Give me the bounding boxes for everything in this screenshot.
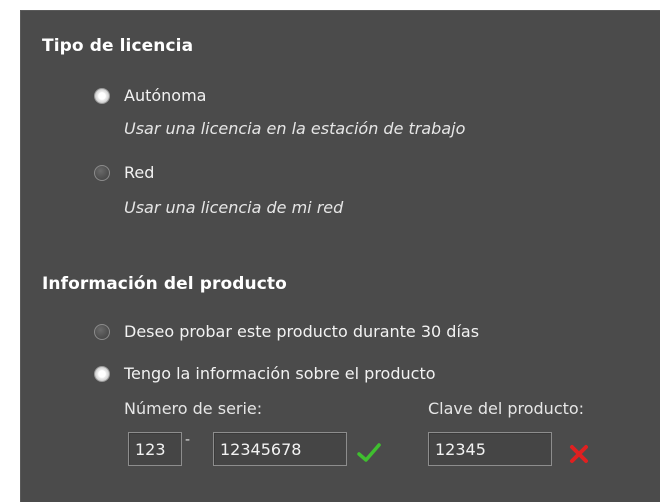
radio-trial-label[interactable]: Deseo probar este producto durante 30 dí… (124, 322, 479, 341)
standalone-description: Usar una licencia en la estación de trab… (124, 119, 466, 138)
license-type-heading: Tipo de licencia (42, 36, 194, 56)
serial-number-input[interactable] (213, 432, 347, 466)
radio-network[interactable] (94, 165, 110, 181)
radio-standalone[interactable] (94, 88, 110, 104)
serial-number-label: Número de serie: (124, 399, 263, 418)
check-icon (357, 443, 381, 462)
network-description: Usar una licencia de mi red (124, 198, 344, 217)
serial-prefix-input[interactable] (128, 432, 182, 466)
radio-standalone-label[interactable]: Autónoma (124, 86, 206, 105)
product-key-input[interactable] (428, 432, 552, 466)
serial-separator: - (185, 432, 191, 448)
radio-have-product-info-label[interactable]: Tengo la información sobre el producto (124, 364, 436, 383)
product-info-heading: Información del producto (42, 274, 287, 294)
radio-network-label[interactable]: Red (124, 163, 154, 182)
product-key-label: Clave del producto: (428, 399, 585, 418)
license-panel: Tipo de licencia Autónoma Usar una licen… (20, 10, 660, 502)
radio-have-product-info[interactable] (94, 366, 110, 382)
error-x-icon (570, 445, 588, 463)
radio-trial[interactable] (94, 324, 110, 340)
